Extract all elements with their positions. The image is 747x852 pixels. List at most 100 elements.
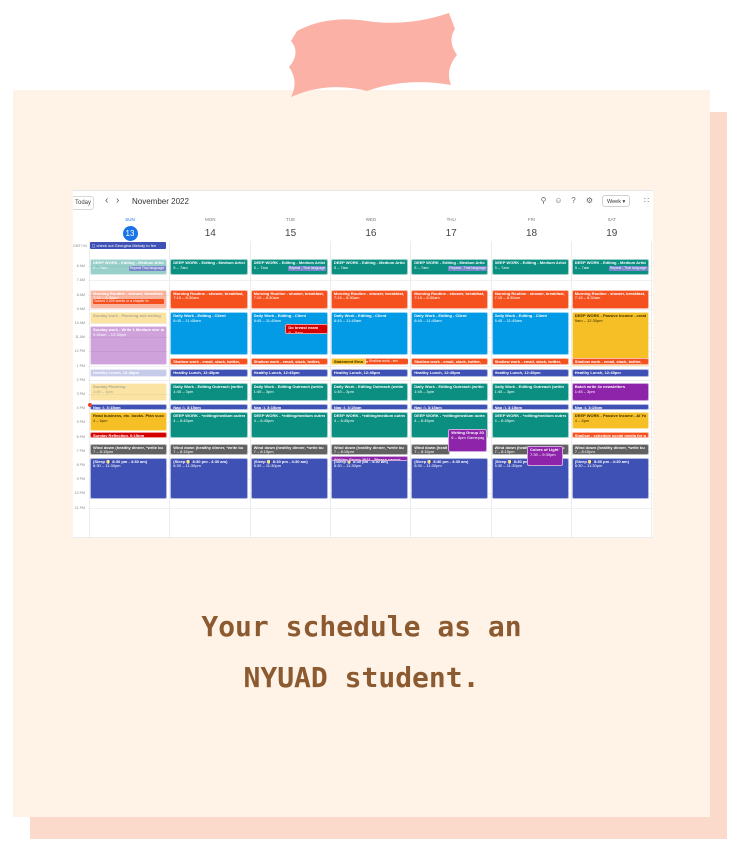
calendar-event[interactable]: Batch write 4x newsletters 1:45 – 3pm — [571, 383, 650, 401]
calendar-event[interactable]: Morning Routine - shower, breakfast, 7:15… — [330, 289, 409, 309]
day-header[interactable]: FRI 18 — [492, 217, 572, 241]
calendar-event[interactable]: DEEP WORK - Editing - Medium Articles 5 –… — [491, 259, 569, 275]
calendar-event[interactable]: (Sleep 🌖 8:30 pm - 4:30 am) 8:30 – 11:30p… — [250, 457, 328, 499]
prev-week-button[interactable]: ‹ — [105, 195, 108, 207]
calendar-event[interactable]: Wind down (healthy dinner, *write bu7 – … — [90, 443, 168, 455]
calendar-event[interactable]: Morning Routine - shower, breakfast, 7:15… — [250, 289, 328, 309]
calendar-event[interactable]: (Sleep 🌖 8:30 pm - 4:30 am) 8:30 – 11:30p… — [411, 457, 489, 499]
calendar-event[interactable]: Morning Routine - shower, breakfast, 7:15… — [170, 289, 248, 309]
overlapping-event[interactable]: Colors of Light Writing Group7:30 – 9:30… — [527, 446, 563, 467]
next-week-button[interactable]: › — [116, 195, 119, 207]
overlapping-event[interactable]: Do breast exam 9 – 9am — [285, 324, 328, 335]
settings-icon[interactable]: ⚙ — [585, 196, 594, 205]
calendar-event[interactable]: Daily Work - Editing Outreach (writin 1:4… — [411, 383, 489, 401]
day-header[interactable]: THU 17 — [411, 217, 491, 241]
day-number[interactable]: 18 — [526, 228, 537, 239]
calendar-event[interactable]: Wind down (healthy dinner, *write bu7 – … — [250, 443, 328, 455]
calendar-event[interactable]: Healthy Lunch, 12:45pm — [170, 369, 248, 377]
calendar-event[interactable]: Healthy Lunch, 12:45pm — [90, 369, 168, 377]
search-icon[interactable]: ⚲ — [539, 196, 548, 205]
day-number[interactable]: 14 — [205, 228, 216, 239]
calendar-event[interactable]: Wind down (healthy dinner, *write bu7 – … — [571, 443, 650, 455]
apps-icon[interactable]: ∷ — [642, 196, 651, 205]
calendar-event[interactable]: Sunday Reflection, 6:15pm — [90, 432, 168, 438]
calendar-event[interactable]: Healthy Lunch, 12:45pm — [571, 369, 650, 377]
overlapping-event[interactable]: Writing Group 2021 - Hey! We're6 – 8pm G… — [448, 429, 487, 453]
event-time: 7 – 8:15pm — [253, 450, 274, 455]
calendar-event[interactable]: DEEP WORK - *editing/medium outreach* 4 –… — [170, 412, 248, 438]
calendar-event[interactable]: Morning Routine - shower, breakfast, 7:15… — [491, 289, 569, 309]
status-icon[interactable]: ☺ — [554, 196, 563, 205]
event-time: 1:45 – 3pm — [93, 389, 114, 394]
calendar-event[interactable]: Shallow work - email, slack, twitter, — [571, 358, 650, 365]
calendar-event[interactable]: DEEP WORK - *editing/medium outreach* 4 –… — [330, 412, 409, 438]
calendar-event[interactable]: DEEP WORK - *editing/medium outreach* 4 –… — [491, 412, 569, 438]
calendar-event[interactable]: DEEP WORK - Editing - Medium Articles 5 –… — [170, 259, 248, 275]
calendar-event[interactable]: Nap :), 3:15pm — [491, 403, 569, 410]
overlapping-event[interactable]: Writing Group 2021 - Please cancel — [330, 455, 409, 461]
calendar-event[interactable]: Daily Work - Editing Outreach (writin 1:4… — [170, 383, 248, 401]
day-number[interactable]: 16 — [365, 228, 376, 239]
day-number[interactable]: 13 — [122, 226, 138, 241]
calendar-event[interactable]: Healthy Lunch, 12:45pm — [411, 369, 489, 377]
calendar-event[interactable]: Nap :), 3:15pm — [170, 403, 248, 410]
day-number[interactable]: 15 — [285, 228, 296, 239]
calendar-event[interactable]: Nap :), 3:15pm — [90, 403, 168, 410]
calendar-event[interactable]: Daily Work - Editing - Client 8:45 – 11:4… — [491, 312, 569, 355]
day-number[interactable]: 17 — [446, 228, 457, 239]
calendar-event[interactable]: Daily Work - Editing - Client 8:45 – 11:4… — [330, 312, 409, 355]
event-chip[interactable]: Shallow work - em — [368, 359, 409, 365]
calendar-event[interactable]: Daily Work - Editing - Client 8:45 – 11:4… — [411, 312, 489, 355]
calendar-event[interactable]: Shallow work - email, slack, twitter, — [411, 358, 489, 365]
calendar-event[interactable]: (Sleep 🌖 8:30 pm - 4:30 am) 8:30 – 11:30p… — [571, 457, 650, 499]
view-select[interactable]: Week ▾ — [602, 195, 630, 207]
day-header[interactable]: WED 16 — [331, 217, 411, 241]
day-header[interactable]: TUE 15 — [251, 217, 331, 241]
event-chip[interactable]: Repeat Thai language — [128, 266, 166, 272]
calendar-event[interactable]: (Sleep 🌖 8:30 pm - 4:30 am) 8:30 – 11:30p… — [170, 457, 248, 499]
help-icon[interactable]: ? — [569, 196, 578, 205]
calendar-event[interactable]: Morning Routine - shower, breakfast, 7:15… — [571, 289, 650, 309]
event-chip[interactable]: Submit 2,000 words or a chapter to — [93, 299, 165, 305]
calendar-event[interactable]: Daily Work - Editing - Client 8:45 – 11:4… — [170, 312, 248, 355]
calendar-event[interactable]: Shallow - schedule social media for w — [571, 432, 650, 438]
calendar-event[interactable]: DEEP WORK - Passive Income - AI YouTube … — [571, 412, 650, 430]
event-chip[interactable]: Repeat - Thai language — [287, 266, 327, 272]
calendar-event[interactable]: Shallow work - email, slack, twitter, — [250, 358, 328, 365]
calendar-event[interactable]: Sunday work - Write 1 Medium stor drafts… — [90, 326, 168, 366]
calendar-event[interactable]: Sunday Planning 1:45 – 3pm — [90, 383, 168, 401]
calendar-event[interactable]: Daily Work - Editing Outreach (writin 1:4… — [330, 383, 409, 401]
event-chip[interactable]: Repeat - Thai language — [448, 266, 487, 272]
calendar-event[interactable]: Sunday work - Planning and writing — [90, 312, 168, 325]
calendar-event[interactable]: DEEP WORK - *editing/medium outreach* 4 –… — [250, 412, 328, 438]
calendar-event[interactable]: (Sleep 🌖 8:30 pm - 4:30 am) 8:30 – 11:30p… — [90, 457, 168, 499]
calendar-event[interactable]: Daily Work - Editing Outreach (writin 1:4… — [250, 383, 328, 401]
calendar-event[interactable]: Shallow work - email, slack, twitter, — [491, 358, 569, 365]
calendar-event[interactable]: DEEP WORK - Editing - Medium Articles 5 –… — [330, 259, 409, 275]
calendar-event[interactable]: Shallow work - email, slack, twitter, — [170, 358, 248, 365]
allday-event[interactable]: ◻ check out Georgina Melody to fee — [90, 242, 166, 249]
event-time: 4 – 6pm — [93, 418, 108, 423]
calendar-event[interactable]: Healthy Lunch, 12:45pm — [330, 369, 409, 377]
calendar-event[interactable]: Morning Routine - shower, breakfast, 7:15… — [411, 289, 489, 309]
event-chip[interactable]: Repeat - Thai language — [608, 266, 648, 272]
overlapping-event[interactable]: Statement Emails — [330, 358, 367, 365]
calendar-event[interactable]: Nap :), 3:15pm — [571, 403, 650, 410]
calendar-event[interactable]: Wind down (healthy dinner, *write bu7 – … — [330, 443, 409, 455]
calendar-event[interactable]: Healthy Lunch, 12:45pm — [250, 369, 328, 377]
day-header[interactable]: MON 14 — [170, 217, 250, 241]
calendar-event[interactable]: Nap :), 3:15pm — [330, 403, 409, 410]
calendar-event[interactable]: Healthy Lunch, 12:45pm — [491, 369, 569, 377]
today-button[interactable]: Today — [73, 196, 94, 210]
day-header[interactable]: SUN 13 — [90, 217, 170, 241]
day-number[interactable]: 19 — [606, 228, 617, 239]
event-time: 7 – 8:15pm — [333, 450, 354, 455]
day-header[interactable]: SAT 19 — [572, 217, 652, 241]
calendar-event[interactable]: Nap :), 3:15pm — [250, 403, 328, 410]
calendar-event[interactable]: Daily Work - Editing Outreach (writin 1:4… — [491, 383, 569, 401]
calendar-event[interactable]: Read business, etc. books. Plan success … — [90, 412, 168, 431]
calendar-event[interactable]: Wind down (healthy dinner, *write bu7 – … — [411, 443, 450, 455]
calendar-event[interactable]: Nap :), 3:15pm — [411, 403, 489, 410]
calendar-event[interactable]: Wind down (healthy dinner, *write bu7 – … — [170, 443, 248, 455]
calendar-event[interactable]: (Sleep 🌖 8:30 pm - 4:30 am) 8:30 – 11:30p… — [330, 457, 409, 499]
